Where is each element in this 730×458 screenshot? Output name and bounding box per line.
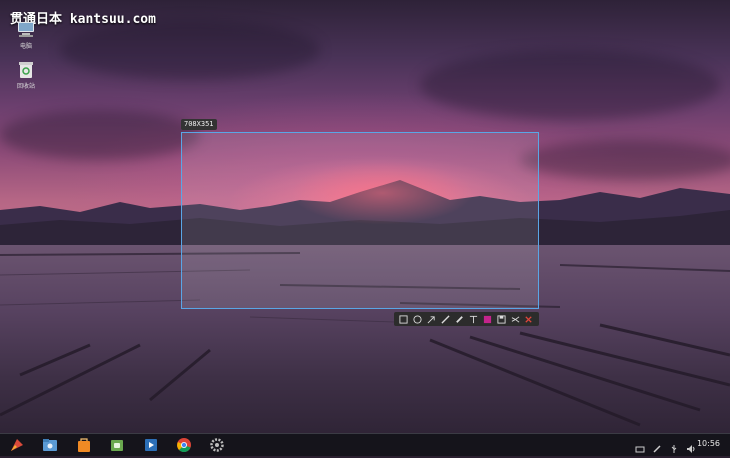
volume-icon[interactable] [686, 439, 696, 453]
pen-tray-icon[interactable] [652, 439, 662, 453]
wallpaper-cloud [420, 50, 720, 120]
selection-highlight [182, 133, 538, 308]
rectangle-tool-icon[interactable] [399, 314, 409, 324]
save-icon[interactable] [496, 314, 506, 324]
color-picker-icon[interactable] [482, 314, 492, 324]
video-player-icon[interactable] [143, 437, 159, 453]
screenshot-selection-area[interactable] [181, 132, 539, 309]
android-app-icon[interactable] [109, 437, 125, 453]
chrome-icon[interactable] [176, 437, 192, 453]
usb-icon[interactable] [669, 439, 679, 453]
settings-gear-icon[interactable] [209, 437, 225, 453]
store-icon[interactable] [76, 437, 92, 453]
share-icon[interactable] [510, 314, 520, 324]
keyboard-icon[interactable] [635, 439, 645, 453]
desktop-icon-computer[interactable]: 电脑 [14, 20, 38, 50]
close-icon[interactable] [524, 314, 534, 324]
desktop-icon-label: 电脑 [19, 43, 32, 50]
clock[interactable]: 10:56 [697, 439, 720, 448]
wallpaper-cloud [520, 140, 730, 180]
desktop-icon-trash[interactable]: 回收站 [14, 60, 38, 90]
trash-icon [16, 60, 36, 80]
wallpaper-cloud [60, 20, 320, 80]
text-tool-icon[interactable] [468, 314, 478, 324]
taskbar: 10:56 [0, 433, 730, 456]
file-manager-icon[interactable] [42, 437, 58, 453]
screenshot-toolbar [394, 312, 539, 326]
launcher-icon[interactable] [9, 437, 25, 453]
computer-icon [16, 20, 36, 40]
selection-size-label: 708X351 [181, 119, 217, 130]
wallpaper-cloud [0, 110, 200, 160]
pen-tool-icon[interactable] [441, 314, 451, 324]
ellipse-tool-icon[interactable] [413, 314, 423, 324]
mosaic-tool-icon[interactable] [455, 314, 465, 324]
arrow-tool-icon[interactable] [427, 314, 437, 324]
desktop-icon-label: 回收站 [16, 83, 35, 90]
